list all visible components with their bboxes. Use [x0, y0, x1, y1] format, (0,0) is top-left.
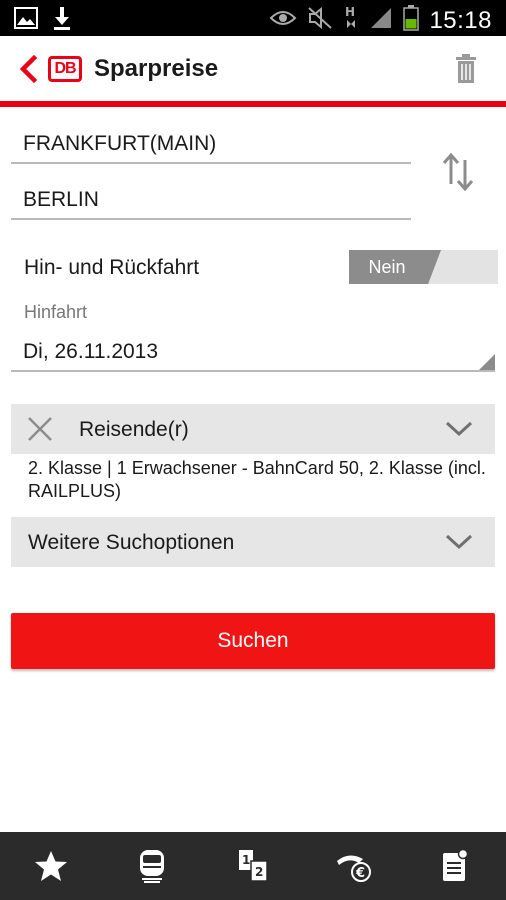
image-icon [14, 7, 38, 34]
chevron-down-icon [445, 420, 473, 438]
download-icon [52, 6, 72, 35]
signal-icon [369, 6, 393, 35]
svg-text:€: € [355, 866, 365, 881]
trash-icon[interactable] [454, 54, 478, 84]
bottom-nav: 12 € [0, 832, 506, 900]
search-button[interactable]: Suchen [11, 613, 495, 669]
status-time: 15:18 [429, 6, 492, 34]
from-station-value: FRANKFURT(MAIN) [23, 132, 217, 155]
search-options-panel[interactable]: Weitere Suchoptionen [11, 517, 495, 567]
from-station-field[interactable]: FRANKFURT(MAIN) [11, 124, 411, 164]
page-title: Sparpreise [94, 55, 219, 82]
roundtrip-toggle[interactable]: Nein [349, 250, 498, 284]
network-h-icon: H [343, 4, 359, 37]
travellers-summary: 2. Klasse | 1 Erwachsener - BahnCard 50,… [28, 458, 486, 501]
header-divider [0, 101, 506, 107]
train-icon[interactable] [122, 836, 182, 896]
hinfahrt-label: Hinfahrt [24, 302, 88, 322]
close-icon[interactable] [27, 416, 53, 442]
hinfahrt-date-value: Di, 26.11.2013 [23, 340, 159, 363]
travellers-label: Reisende(r) [79, 418, 189, 441]
fare-euro-icon[interactable]: € [324, 836, 384, 896]
toggle-value: Nein [368, 257, 406, 277]
star-icon[interactable] [21, 836, 81, 896]
mute-icon [307, 6, 333, 35]
back-chevron-icon[interactable] [14, 54, 44, 84]
to-station-field[interactable]: BERLIN [11, 180, 411, 220]
svg-text:H: H [345, 5, 355, 19]
battery-icon [403, 5, 420, 36]
seat-reservation-icon[interactable]: 12 [223, 836, 283, 896]
search-options-label: Weitere Suchoptionen [28, 531, 235, 554]
travellers-panel[interactable]: Reisende(r) [11, 404, 495, 454]
to-station-value: BERLIN [23, 188, 99, 211]
action-bar: DB Sparpreise [0, 36, 506, 102]
roundtrip-label: Hin- und Rückfahrt [24, 256, 200, 279]
ticket-list-icon[interactable] [425, 836, 485, 896]
db-logo: DB [48, 56, 82, 82]
spinner-corner-icon [479, 354, 495, 370]
hinfahrt-date-field[interactable]: Di, 26.11.2013 [11, 332, 495, 372]
status-bar: H 15:18 [0, 0, 506, 36]
swap-stations-icon[interactable] [440, 150, 476, 194]
eye-icon [269, 8, 297, 33]
svg-text:2: 2 [255, 865, 263, 879]
chevron-down-icon [445, 533, 473, 551]
svg-text:1: 1 [242, 853, 250, 867]
